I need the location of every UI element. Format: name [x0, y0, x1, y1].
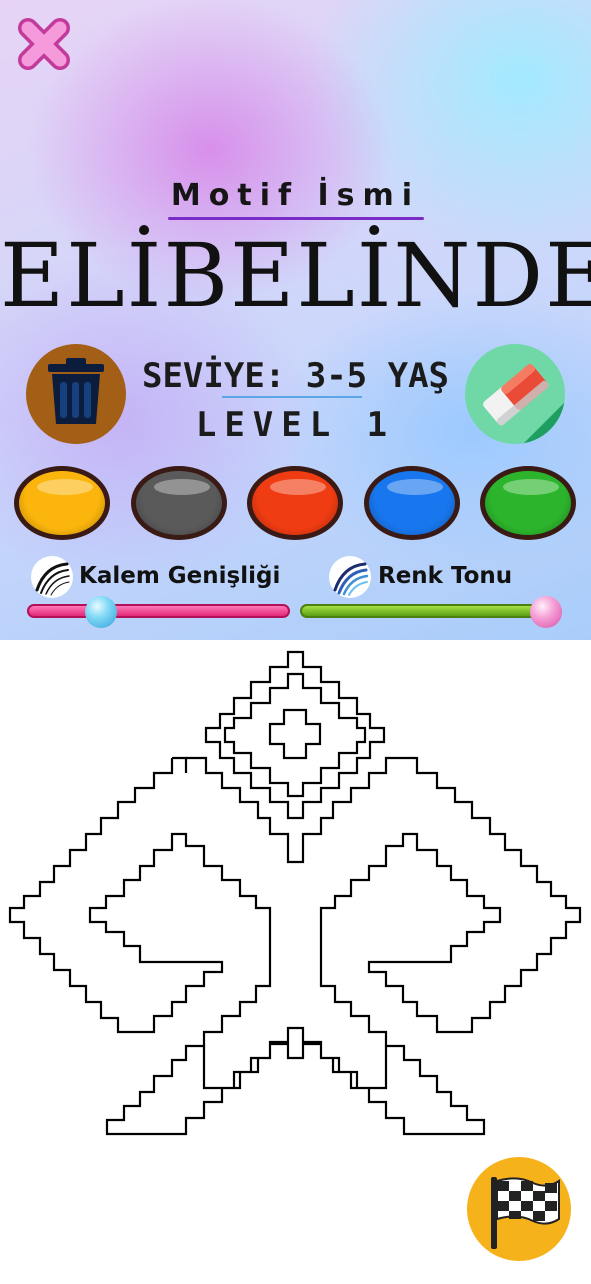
- eraser-button[interactable]: [465, 344, 565, 444]
- color-swatch-red[interactable]: [247, 466, 343, 540]
- eraser-icon: [483, 363, 565, 444]
- close-icon[interactable]: [14, 14, 74, 74]
- tone-slider[interactable]: [300, 604, 562, 618]
- color-swatch-green[interactable]: [480, 466, 576, 540]
- color-swatch-gray[interactable]: [131, 466, 227, 540]
- pen-width-slider-knob[interactable]: [84, 596, 117, 628]
- checkered-flag-icon: [491, 1177, 560, 1249]
- finish-button[interactable]: [467, 1157, 571, 1261]
- color-swatch-blue[interactable]: [364, 466, 460, 540]
- tone-label: Renk Tonu: [378, 563, 513, 589]
- pen-width-slider[interactable]: [27, 604, 290, 618]
- brush-stroke-icon: [31, 556, 73, 598]
- tone-slider-knob[interactable]: [530, 596, 562, 628]
- toolbar-area: Motif İsmi ELİBELİNDE SEVİYE: 3-5 YAŞ LE…: [0, 0, 591, 640]
- age-underline: [222, 396, 362, 398]
- tone-waves-icon: [329, 556, 371, 598]
- pen-width-label: Kalem Genişliği: [79, 563, 281, 589]
- color-swatch-yellow[interactable]: [14, 466, 110, 540]
- motif-name: ELİBELİNDE: [0, 224, 591, 327]
- motif-label-underline: [168, 217, 424, 220]
- motif-label: Motif İsmi: [170, 178, 421, 213]
